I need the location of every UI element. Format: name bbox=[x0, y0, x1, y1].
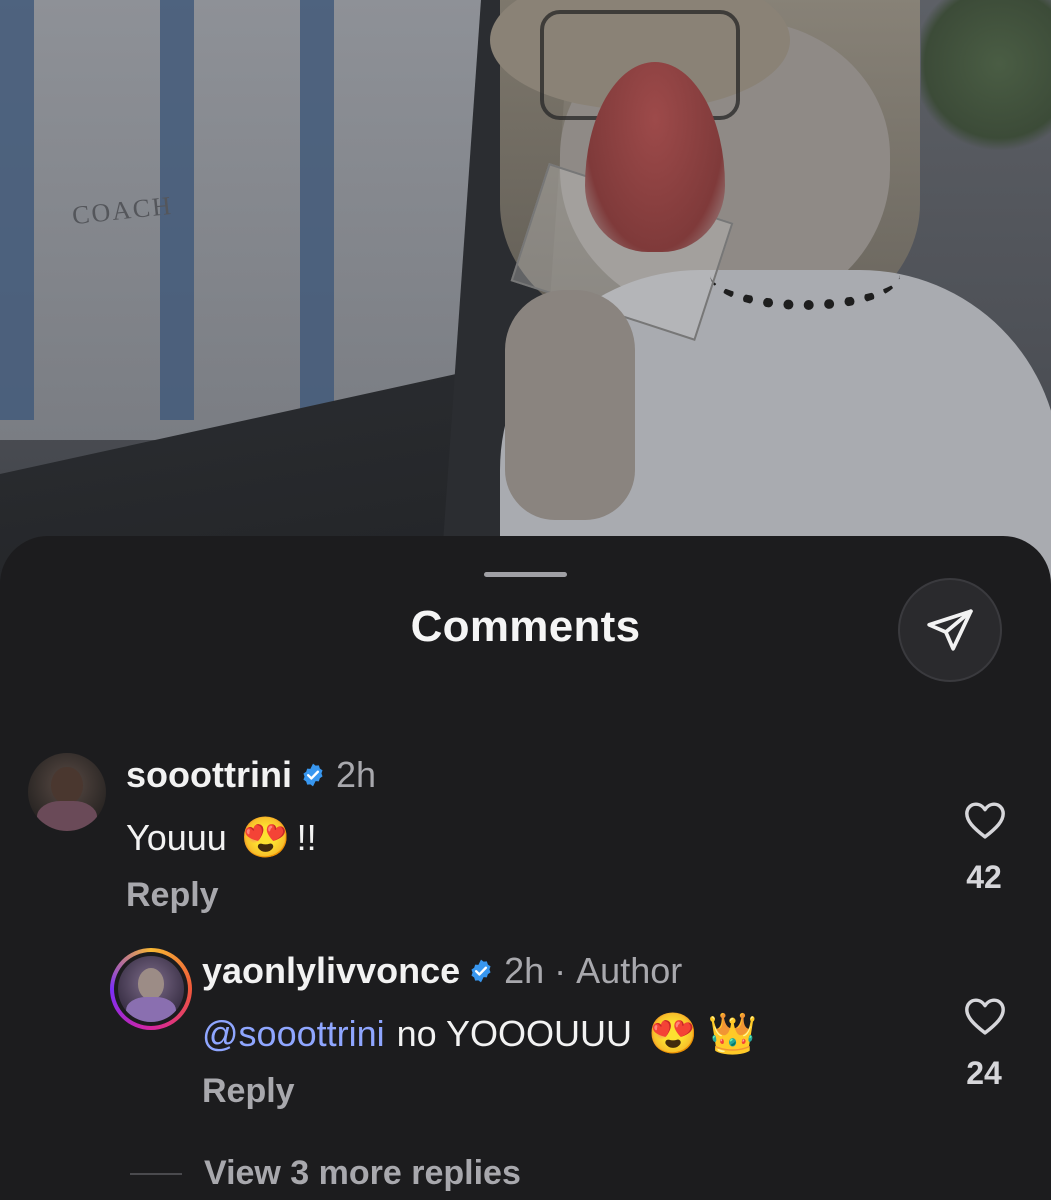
avatar-photo-face bbox=[51, 767, 83, 805]
avatar bbox=[118, 956, 184, 1022]
comment-text-suffix: !! bbox=[296, 816, 317, 858]
post-photo: COACH bbox=[0, 0, 1051, 600]
comment-text: Youuu 😍 !! bbox=[126, 814, 317, 861]
heart-eyes-emoji: 😍 bbox=[240, 816, 291, 860]
verified-badge-icon bbox=[300, 762, 326, 788]
building-stripe bbox=[0, 0, 34, 420]
like-button[interactable] bbox=[963, 800, 1007, 840]
avatar[interactable] bbox=[28, 753, 106, 831]
reply-button[interactable]: Reply bbox=[126, 876, 219, 915]
avatar-photo-body bbox=[37, 801, 97, 831]
hand bbox=[505, 290, 635, 520]
reply-text-main: no YOOOUUU bbox=[396, 1012, 633, 1054]
choker bbox=[710, 240, 900, 310]
separator-dot: · bbox=[554, 950, 567, 991]
send-icon bbox=[927, 609, 973, 651]
store-sign: COACH bbox=[70, 190, 175, 231]
share-button[interactable] bbox=[898, 578, 1002, 682]
reply-username[interactable]: yaonlylivvonce bbox=[202, 950, 460, 992]
comment-time: 2h bbox=[335, 754, 377, 795]
thread-line bbox=[130, 1172, 182, 1175]
comments-sheet: Comments sooottrini 2h Youuu 😍 !! Reply … bbox=[0, 536, 1051, 1200]
like-button[interactable] bbox=[963, 996, 1007, 1036]
building: COACH bbox=[0, 0, 500, 440]
like-count: 24 bbox=[966, 1055, 1002, 1091]
like-count: 42 bbox=[966, 859, 1002, 895]
comment-header: sooottrini 2h bbox=[126, 754, 376, 796]
avatar-photo-body bbox=[125, 996, 177, 1022]
view-more-replies-button[interactable]: View 3 more replies bbox=[130, 1154, 521, 1193]
mention-link[interactable]: @sooottrini bbox=[202, 1013, 385, 1055]
sheet-grabber[interactable] bbox=[484, 572, 567, 577]
comment-username[interactable]: sooottrini bbox=[126, 754, 292, 796]
reply-text: @sooottrini no YOOOUUU 😍 👑 bbox=[202, 1010, 758, 1057]
reply-header: yaonlylivvonce 2h · Author bbox=[202, 950, 682, 992]
crown-emoji: 👑 bbox=[707, 1012, 758, 1056]
author-label: Author bbox=[576, 950, 683, 991]
sheet-title: Comments bbox=[410, 602, 641, 651]
heart-eyes-emoji: 😍 bbox=[648, 1012, 698, 1056]
building-stripe bbox=[300, 0, 334, 420]
story-ring[interactable] bbox=[110, 948, 192, 1030]
comment-text-main: Youuu bbox=[126, 816, 227, 858]
reply-button[interactable]: Reply bbox=[202, 1072, 295, 1111]
verified-badge-icon bbox=[468, 958, 494, 984]
heart-icon bbox=[965, 802, 1005, 839]
reply-time: 2h bbox=[504, 950, 545, 991]
view-more-replies-label: View 3 more replies bbox=[204, 1154, 521, 1192]
avatar-photo-face bbox=[137, 967, 165, 1000]
tree bbox=[921, 0, 1051, 160]
heart-icon bbox=[965, 998, 1005, 1035]
